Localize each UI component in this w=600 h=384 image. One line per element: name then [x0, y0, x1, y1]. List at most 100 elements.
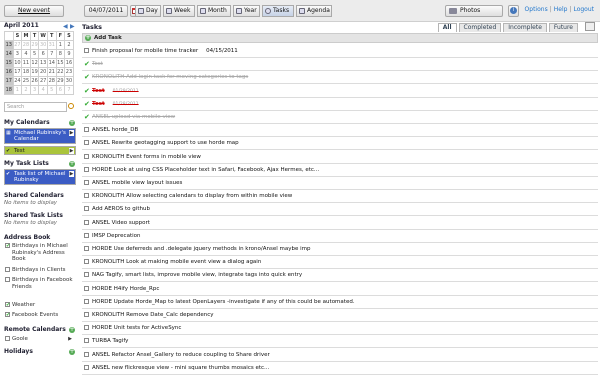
search-input[interactable]: Search: [4, 102, 67, 112]
view-day-button[interactable]: Day: [135, 5, 161, 17]
tab-future[interactable]: Future: [548, 23, 578, 32]
task-name[interactable]: KRONOLITH Remove Date_Calc dependency: [92, 312, 213, 318]
task-row[interactable]: ✔ ANSEL upload via mobile view: [82, 111, 598, 124]
task-name[interactable]: HORDE Update Horde_Map to latest OpenLay…: [92, 299, 355, 305]
week-number[interactable]: 13: [4, 40, 14, 50]
task-checkbox[interactable]: [84, 206, 89, 212]
minical-day[interactable]: 6: [38, 49, 48, 59]
task-row[interactable]: Finish proposal for mobile time tracker 0…: [82, 45, 598, 58]
address-book-item[interactable]: Birthdays in Facebook Friends: [4, 277, 76, 290]
view-month-button[interactable]: Month: [197, 5, 231, 17]
task-row[interactable]: NAG Tagify, smart lists, improve mobile …: [82, 269, 598, 283]
task-checkbox[interactable]: [84, 285, 89, 291]
check-icon[interactable]: ✔: [5, 302, 10, 308]
checkbox[interactable]: [5, 267, 10, 272]
view-year-button[interactable]: Year: [233, 5, 260, 17]
task-row[interactable]: IMSP Deprecation: [82, 230, 598, 243]
minical-day[interactable]: 11: [21, 58, 31, 68]
task-row[interactable]: HORDE Use deferreds and .delegate jquery…: [82, 243, 598, 256]
task-row[interactable]: ✔ Test 01/29/2011: [82, 85, 598, 98]
task-row[interactable]: KRONOLITH Allow selecting calendars to d…: [82, 190, 598, 204]
task-checkbox[interactable]: [84, 325, 89, 331]
minical-day[interactable]: 15: [55, 58, 66, 68]
minical-day[interactable]: 2: [64, 40, 74, 50]
minical-day[interactable]: 29: [55, 76, 66, 86]
minical-day[interactable]: 2: [21, 85, 31, 95]
task-row[interactable]: ✔ Test: [82, 58, 598, 72]
tab-all[interactable]: All: [437, 23, 457, 32]
task-checkbox[interactable]: [84, 338, 89, 344]
task-row[interactable]: ANSEL Video support: [82, 217, 598, 230]
weather-item[interactable]: ✔ Weather: [4, 302, 76, 309]
task-name[interactable]: HORDE Use deferreds and .delegate jquery…: [92, 246, 310, 252]
minical-day[interactable]: 30: [38, 40, 48, 50]
minical-day[interactable]: 9: [64, 49, 74, 59]
arrow-right-icon[interactable]: ▶: [69, 130, 74, 136]
task-row[interactable]: KRONOLITH Remove Date_Calc dependency: [82, 309, 598, 322]
task-row[interactable]: KRONOLITH Event forms in mobile view: [82, 151, 598, 164]
calendar-item[interactable]: ▦ Michael Rubinsky's Calendar ▶: [4, 128, 76, 144]
task-row[interactable]: HORDE Look at using CSS Placeholder text…: [82, 164, 598, 177]
view-tasks-button[interactable]: Tasks: [262, 5, 294, 17]
minical-day[interactable]: 30: [64, 76, 74, 86]
facebook-events-item[interactable]: ✔ Facebook Events: [4, 312, 76, 319]
minical-day[interactable]: 29: [29, 40, 40, 50]
task-name[interactable]: KRONOLITH Look at making mobile event vi…: [92, 259, 261, 265]
search-icon[interactable]: [68, 103, 74, 109]
task-name[interactable]: ANSEL Refactor Ansel_Gallery to reduce c…: [92, 352, 270, 358]
task-name[interactable]: TURBA Tagify: [92, 338, 128, 344]
help-link[interactable]: Help: [554, 6, 568, 13]
task-name[interactable]: ANSEL horde_DB: [92, 127, 138, 133]
task-checkbox[interactable]: [84, 166, 89, 172]
task-name[interactable]: Test: [92, 101, 105, 107]
task-row[interactable]: ANSEL horde_DB: [82, 124, 598, 138]
view-week-button[interactable]: Week: [163, 5, 195, 17]
calendar-item[interactable]: ✔ Test ▶: [4, 146, 76, 155]
add-calendar-icon[interactable]: +: [69, 120, 75, 126]
check-icon[interactable]: ✔: [5, 243, 10, 249]
task-checkbox[interactable]: [84, 246, 89, 251]
minical-day[interactable]: 5: [29, 49, 40, 59]
minical-day[interactable]: 18: [21, 67, 31, 77]
task-name[interactable]: ANSEL upload via mobile view: [92, 114, 175, 120]
minical-day[interactable]: 1: [12, 85, 23, 95]
new-event-button[interactable]: New event: [4, 5, 64, 17]
task-checkbox[interactable]: [84, 364, 89, 370]
minical-day[interactable]: 4: [38, 85, 48, 95]
address-book-item[interactable]: Birthdays in Clients: [4, 267, 76, 274]
task-name[interactable]: HORDE Look at using CSS Placeholder text…: [92, 167, 319, 173]
minical-day[interactable]: 27: [38, 76, 48, 86]
check-icon[interactable]: ✔: [84, 85, 90, 97]
minical-day[interactable]: 3: [12, 49, 23, 59]
tab-incomplete[interactable]: Incomplete: [503, 23, 547, 32]
task-name[interactable]: KRONOLITH Add login task for moving cate…: [92, 74, 248, 80]
minical-day[interactable]: 19: [29, 67, 40, 77]
arrow-right-icon[interactable]: ▶: [68, 336, 72, 343]
checkbox[interactable]: [5, 277, 10, 282]
minical-day[interactable]: 8: [55, 49, 66, 59]
task-name[interactable]: ANSEL Video support: [92, 220, 150, 226]
week-number[interactable]: 14: [4, 49, 14, 59]
task-checkbox[interactable]: [84, 153, 89, 159]
minical-day[interactable]: 10: [12, 58, 23, 68]
task-name[interactable]: HORDE Unit tests for ActiveSync: [92, 325, 181, 331]
next-month-icon[interactable]: ▶: [70, 23, 75, 30]
minical-day[interactable]: 14: [46, 58, 57, 68]
print-icon[interactable]: [585, 22, 595, 31]
options-link[interactable]: Options: [525, 6, 548, 13]
minical-day[interactable]: 27: [12, 40, 23, 50]
week-number[interactable]: 17: [4, 76, 14, 86]
minical-day[interactable]: 5: [46, 85, 57, 95]
minical-day[interactable]: 6: [55, 85, 66, 95]
minical-day[interactable]: 28: [46, 76, 57, 86]
checkbox[interactable]: [5, 336, 10, 341]
task-checkbox[interactable]: [84, 219, 89, 225]
minical-day[interactable]: 1: [55, 40, 66, 50]
task-name[interactable]: Add AEROS to github: [92, 206, 150, 212]
task-checkbox[interactable]: [84, 351, 89, 357]
photos-button[interactable]: Photos: [445, 5, 503, 17]
minical-day[interactable]: 23: [64, 67, 74, 77]
task-name[interactable]: Test: [92, 61, 103, 67]
task-name[interactable]: NAG Tagify, smart lists, improve mobile …: [92, 272, 302, 278]
task-row[interactable]: KRONOLITH Look at making mobile event vi…: [82, 256, 598, 270]
